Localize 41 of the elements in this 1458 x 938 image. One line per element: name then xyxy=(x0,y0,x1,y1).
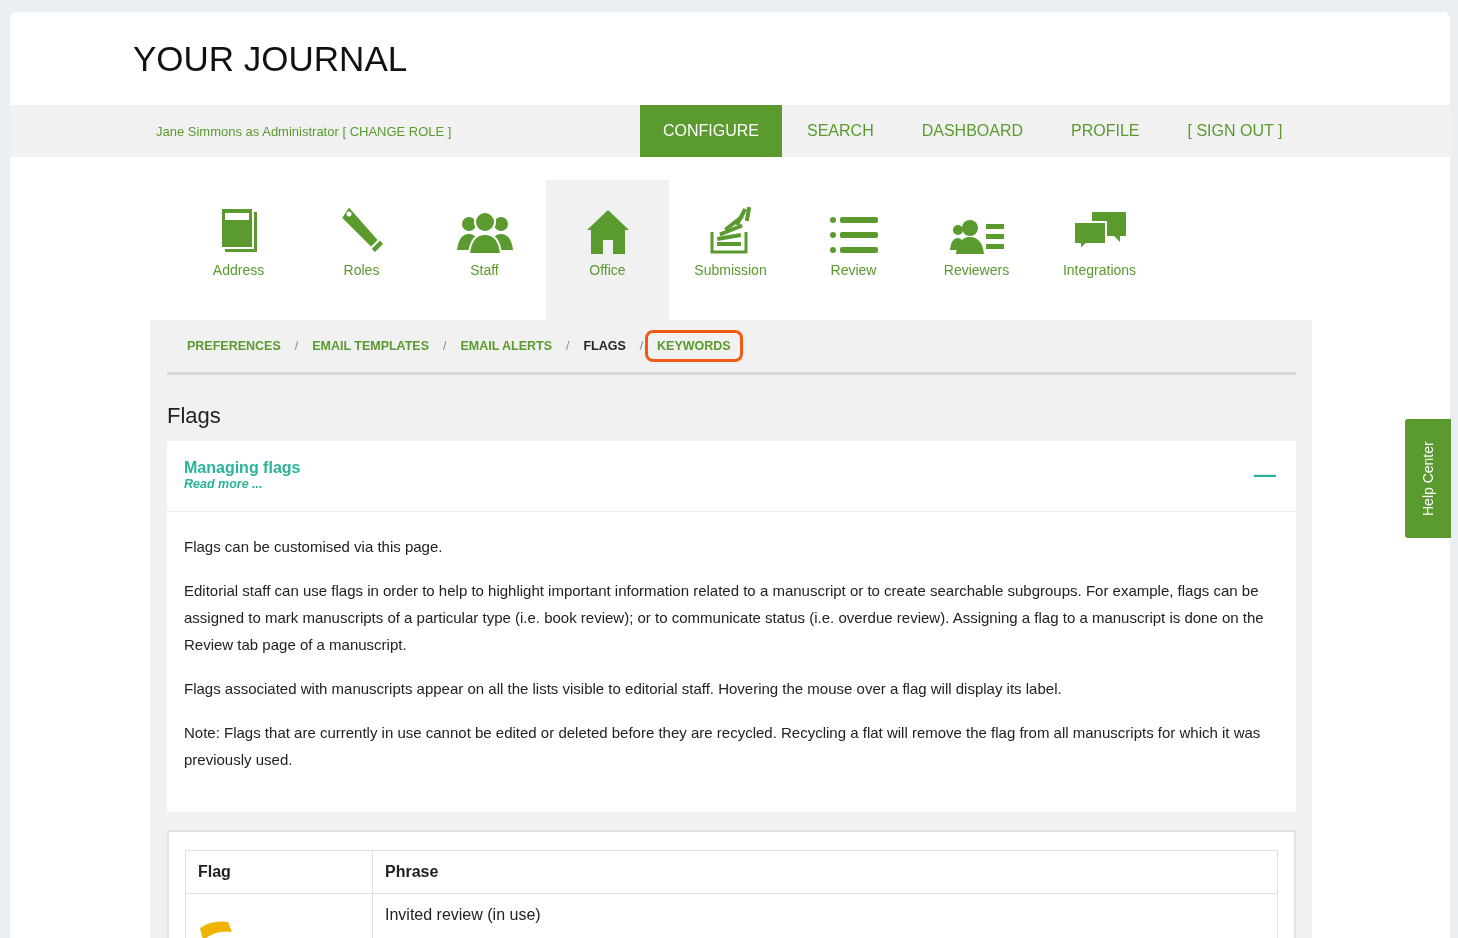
breadcrumb-separator: / xyxy=(294,339,299,353)
read-more-link[interactable]: Read more ... xyxy=(184,477,301,491)
breadcrumb-link[interactable]: EMAIL TEMPLATES xyxy=(300,330,442,362)
nav-tab[interactable]: [ SIGN OUT ] xyxy=(1164,105,1306,157)
user-role-link[interactable]: Jane Simmons as Administrator [ CHANGE ROLE ] xyxy=(156,123,640,139)
journal-title: YOUR JOURNAL xyxy=(133,38,408,79)
column-header: Phrase xyxy=(372,850,1278,894)
section-tab[interactable]: Reviewers xyxy=(915,180,1038,320)
table-cell: Invited review (in use) xyxy=(385,906,541,923)
info-paragraph: Flags associated with manuscripts appear on all the lists visible to editorial staff. Hovering the mouse over a flag will display its label. xyxy=(184,679,1063,699)
breadcrumb-link[interactable]: FLAGS xyxy=(571,330,638,362)
breadcrumb-link[interactable]: EMAIL ALERTS xyxy=(448,330,565,362)
info-paragraph: Flags can be customised via this page. xyxy=(184,537,444,557)
nav-tab[interactable]: DASHBOARD xyxy=(898,105,1047,157)
info-paragraph: Editorial staff can use flags in order to help to highlight important information related to a manuscript or to create searchable subgroups. For example, flags can be assigned to mark manuscripts of a particular type (i.e. book review); or to communicate status (i.e. overdue review). Assigning a flag to a manuscript is done on the Review tab page of a manuscript. xyxy=(184,581,1265,655)
breadcrumb-separator: / xyxy=(443,339,447,353)
breadcrumb-link[interactable]: KEYWORDS xyxy=(645,330,743,362)
people-icon xyxy=(456,212,513,254)
info-paragraph: Note: Flags that are currently in use cannot be edited or deleted before they are recycled. Recycling a flat will remove the flag from all manuscripts for which it was previously used. xyxy=(184,723,1262,770)
section-tab[interactable]: Review xyxy=(792,180,915,320)
section-tab[interactable]: Submission xyxy=(669,180,792,320)
collapse-button[interactable]: — xyxy=(1250,464,1280,486)
section-tab[interactable]: Integrations xyxy=(1038,180,1161,320)
nav-tab[interactable]: SEARCH xyxy=(784,105,897,157)
nav-tab[interactable]: PROFILE xyxy=(1048,105,1163,157)
page-heading: Flags xyxy=(167,403,222,429)
panel-title: Managing flags xyxy=(184,459,301,477)
list-icon xyxy=(829,216,878,254)
section-tab[interactable]: Roles xyxy=(300,180,423,320)
breadcrumb-link[interactable]: PREFERENCES xyxy=(184,330,293,362)
person-list-icon xyxy=(949,220,1004,254)
section-tab[interactable]: Office xyxy=(546,180,669,320)
breadcrumb-separator: / xyxy=(566,339,570,353)
section-tab[interactable]: Address xyxy=(177,180,300,320)
help-center-tab[interactable]: Help Center xyxy=(1405,419,1451,538)
house-icon xyxy=(586,210,629,254)
breadcrumb-separator: / xyxy=(639,339,644,353)
column-header: Flag xyxy=(185,850,373,894)
stacked-papers-icon xyxy=(709,206,752,254)
section-tab[interactable]: Staff xyxy=(423,180,546,320)
nav-tab[interactable]: CONFIGURE xyxy=(640,105,782,157)
